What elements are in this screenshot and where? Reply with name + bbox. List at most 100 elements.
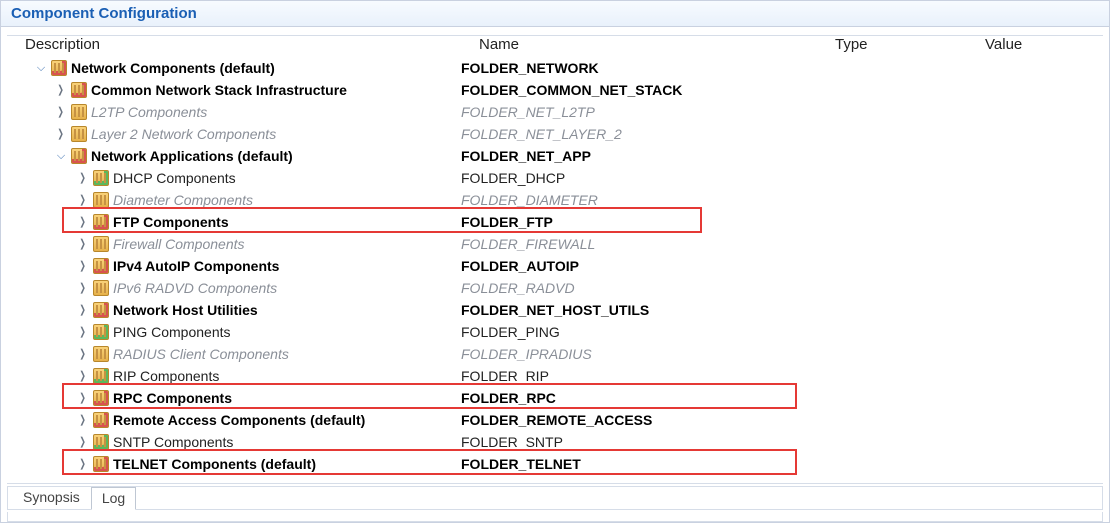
chevron-right-icon[interactable] (77, 414, 89, 426)
cell-description: IPv6 RADVD Components (7, 277, 461, 299)
folder-icon (93, 456, 109, 472)
tree-row-dhcp[interactable]: DHCP Components FOLDER_DHCP (7, 167, 1103, 189)
indent (7, 178, 75, 179)
indent (7, 376, 75, 377)
chevron-right-icon[interactable] (55, 106, 67, 118)
folder-icon (93, 324, 109, 340)
folder-icon (51, 60, 67, 76)
cell-description: IPv4 AutoIP Components (7, 255, 461, 277)
chevron-right-icon[interactable] (77, 282, 89, 294)
tree-row-rpc[interactable]: RPC ComponentsFOLDER_RPC (7, 387, 1103, 409)
tree-row-radius[interactable]: RADIUS Client Components FOLDER_IPRADIUS (7, 343, 1103, 365)
cell-description: Network Components (default) (7, 57, 461, 79)
name-text: FOLDER_NET_APP (461, 145, 817, 167)
description-text: DHCP Components (113, 167, 236, 189)
description-text: Diameter Components (113, 189, 253, 211)
description-text: Layer 2 Network Components (91, 123, 276, 145)
description-text: FTP Components (113, 211, 229, 233)
tree-row-diameter[interactable]: Diameter ComponentsFOLDER_DIAMETER (7, 189, 1103, 211)
chevron-right-icon[interactable] (77, 260, 89, 272)
description-text: Firewall Components (113, 233, 245, 255)
tab-synopsis[interactable]: Synopsis (12, 486, 91, 509)
chevron-down-icon[interactable] (35, 62, 47, 74)
name-text: FOLDER_NET_LAYER_2 (461, 123, 817, 145)
indent (7, 222, 75, 223)
tree-row-sntp[interactable]: SNTP ComponentsFOLDER_SNTP (7, 431, 1103, 453)
name-text: FOLDER_RADVD (461, 277, 817, 299)
indent (7, 90, 53, 91)
folder-icon (93, 170, 109, 186)
folder-icon (93, 192, 109, 208)
description-text: RADIUS Client Components (113, 343, 289, 365)
header-name[interactable]: Name (479, 36, 835, 53)
cell-description: Diameter Components (7, 189, 461, 211)
folder-icon (93, 346, 109, 362)
folder-icon (71, 148, 87, 164)
tree-row-autoip[interactable]: IPv4 AutoIP ComponentsFOLDER_AUTOIP (7, 255, 1103, 277)
tree-row-rip[interactable]: RIP Components FOLDER_RIP (7, 365, 1103, 387)
indent (7, 332, 75, 333)
chevron-down-icon[interactable] (55, 150, 67, 162)
tree-row-ftp[interactable]: FTP ComponentsFOLDER_FTP (7, 211, 1103, 233)
name-text: FOLDER_FIREWALL (461, 233, 817, 255)
chevron-right-icon[interactable] (77, 436, 89, 448)
description-text: TELNET Components (default) (113, 453, 316, 475)
chevron-right-icon[interactable] (55, 128, 67, 140)
tree-row-hostutils[interactable]: Network Host UtilitiesFOLDER_NET_HOST_UT… (7, 299, 1103, 321)
name-text: FOLDER_DHCP (461, 167, 817, 189)
tree-row-layer2[interactable]: Layer 2 Network Components FOLDER_NET_LAY… (7, 123, 1103, 145)
indent (7, 442, 75, 443)
header-type[interactable]: Type (835, 36, 985, 53)
tree-row-l2tp[interactable]: L2TP ComponentsFOLDER_NET_L2TP (7, 101, 1103, 123)
cell-description: Network Applications (default) (7, 145, 461, 167)
tree-row-remote[interactable]: Remote Access Components (default)FOLDER… (7, 409, 1103, 431)
folder-icon (93, 434, 109, 450)
chevron-right-icon[interactable] (77, 238, 89, 250)
cell-description: Layer 2 Network Components (7, 123, 461, 145)
chevron-right-icon[interactable] (77, 216, 89, 228)
cell-description: FTP Components (7, 211, 461, 233)
name-text: FOLDER_NET_L2TP (461, 101, 817, 123)
cell-description: DHCP Components (7, 167, 461, 189)
cell-description: Common Network Stack Infrastructure (7, 79, 461, 101)
bottom-tabs: Synopsis Log (7, 486, 1103, 510)
chevron-right-icon[interactable] (77, 172, 89, 184)
header-description[interactable]: Description (25, 36, 479, 53)
indent (7, 354, 75, 355)
folder-icon (71, 82, 87, 98)
tab-log[interactable]: Log (91, 487, 136, 510)
folder-icon (93, 280, 109, 296)
cell-description: Firewall Components (7, 233, 461, 255)
cell-description: SNTP Components (7, 431, 461, 453)
chevron-right-icon[interactable] (77, 458, 89, 470)
chevron-right-icon[interactable] (77, 326, 89, 338)
name-text: FOLDER_REMOTE_ACCESS (461, 409, 817, 431)
chevron-right-icon[interactable] (55, 84, 67, 96)
tree-row-radvd[interactable]: IPv6 RADVD ComponentsFOLDER_RADVD (7, 277, 1103, 299)
folder-icon (93, 214, 109, 230)
tree-row-apps[interactable]: Network Applications (default)FOLDER_NET… (7, 145, 1103, 167)
tree-row-ping[interactable]: PING ComponentsFOLDER_PING (7, 321, 1103, 343)
name-text: FOLDER_IPRADIUS (461, 343, 817, 365)
indent (7, 288, 75, 289)
folder-icon (93, 390, 109, 406)
name-text: FOLDER_SNTP (461, 431, 817, 453)
header-value[interactable]: Value (985, 36, 1103, 53)
tree-row-common[interactable]: Common Network Stack InfrastructureFOLDE… (7, 79, 1103, 101)
tree-panel: Description Name Type Value Network Comp… (1, 27, 1109, 484)
indent (7, 244, 75, 245)
chevron-right-icon[interactable] (77, 194, 89, 206)
chevron-right-icon[interactable] (77, 370, 89, 382)
tree-row-net[interactable]: Network Components (default)FOLDER_NETWO… (7, 57, 1103, 79)
chevron-right-icon[interactable] (77, 392, 89, 404)
description-text: RIP Components (113, 365, 219, 387)
folder-icon (71, 126, 87, 142)
chevron-right-icon[interactable] (77, 348, 89, 360)
indent (7, 200, 75, 201)
name-text: FOLDER_RIP (461, 365, 817, 387)
tree-row-firewall[interactable]: Firewall Components FOLDER_FIREWALL (7, 233, 1103, 255)
tree-row-telnet[interactable]: TELNET Components (default)FOLDER_TELNET (7, 453, 1103, 475)
panel-frame: Component Configuration Description Name… (0, 0, 1110, 523)
folder-icon (93, 258, 109, 274)
chevron-right-icon[interactable] (77, 304, 89, 316)
